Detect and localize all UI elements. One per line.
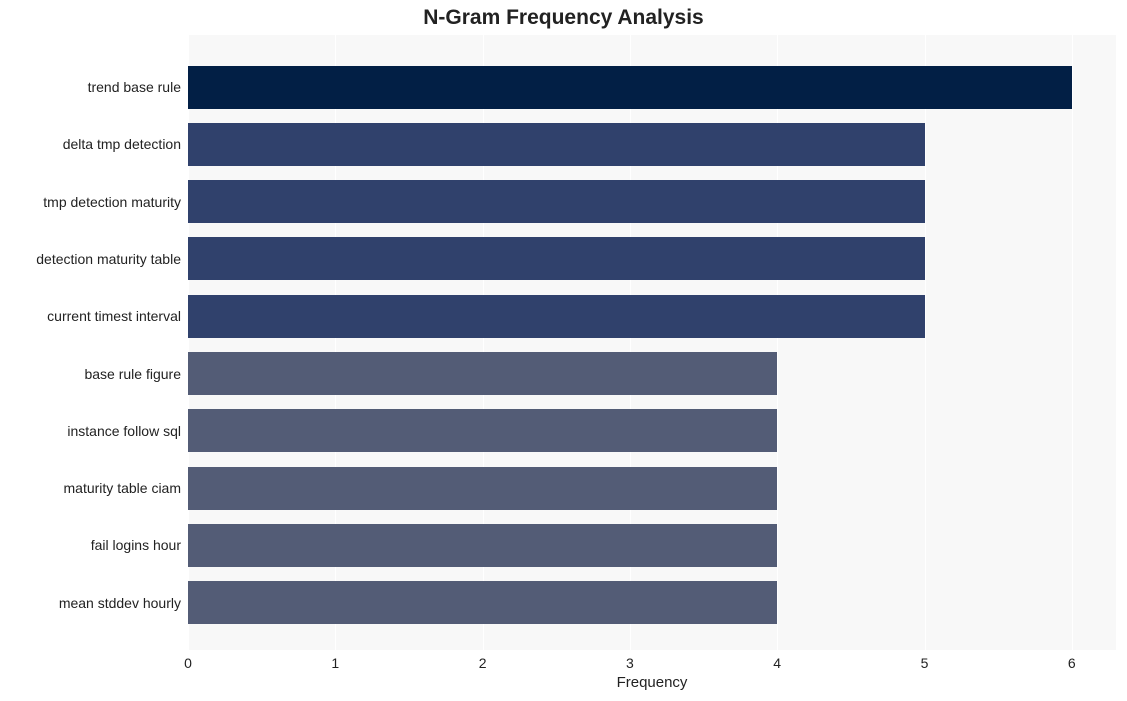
bar <box>188 581 777 624</box>
bar <box>188 295 925 338</box>
y-tick-label: base rule figure <box>1 366 181 382</box>
bar <box>188 237 925 280</box>
x-tick-label: 3 <box>626 655 634 671</box>
y-tick-label: fail logins hour <box>1 537 181 553</box>
plot-area <box>188 35 1116 650</box>
bar <box>188 409 777 452</box>
x-tick-label: 0 <box>184 655 192 671</box>
x-tick-label: 4 <box>773 655 781 671</box>
x-tick-label: 2 <box>479 655 487 671</box>
gridline <box>1072 35 1073 650</box>
y-tick-label: current timest interval <box>1 308 181 324</box>
x-tick-label: 1 <box>331 655 339 671</box>
y-tick-label: trend base rule <box>1 79 181 95</box>
bar <box>188 66 1072 109</box>
x-tick-label: 6 <box>1068 655 1076 671</box>
x-tick-label: 5 <box>921 655 929 671</box>
y-tick-label: detection maturity table <box>1 251 181 267</box>
y-tick-label: instance follow sql <box>1 423 181 439</box>
y-tick-label: tmp detection maturity <box>1 194 181 210</box>
gridline <box>925 35 926 650</box>
bar <box>188 180 925 223</box>
y-tick-label: maturity table ciam <box>1 480 181 496</box>
y-tick-label: mean stddev hourly <box>1 595 181 611</box>
y-tick-label: delta tmp detection <box>1 136 181 152</box>
chart-figure: N-Gram Frequency Analysis trend base rul… <box>0 0 1127 701</box>
bar <box>188 467 777 510</box>
x-axis-label: Frequency <box>188 674 1116 691</box>
bar <box>188 123 925 166</box>
chart-title: N-Gram Frequency Analysis <box>0 6 1127 30</box>
bar <box>188 524 777 567</box>
bar <box>188 352 777 395</box>
